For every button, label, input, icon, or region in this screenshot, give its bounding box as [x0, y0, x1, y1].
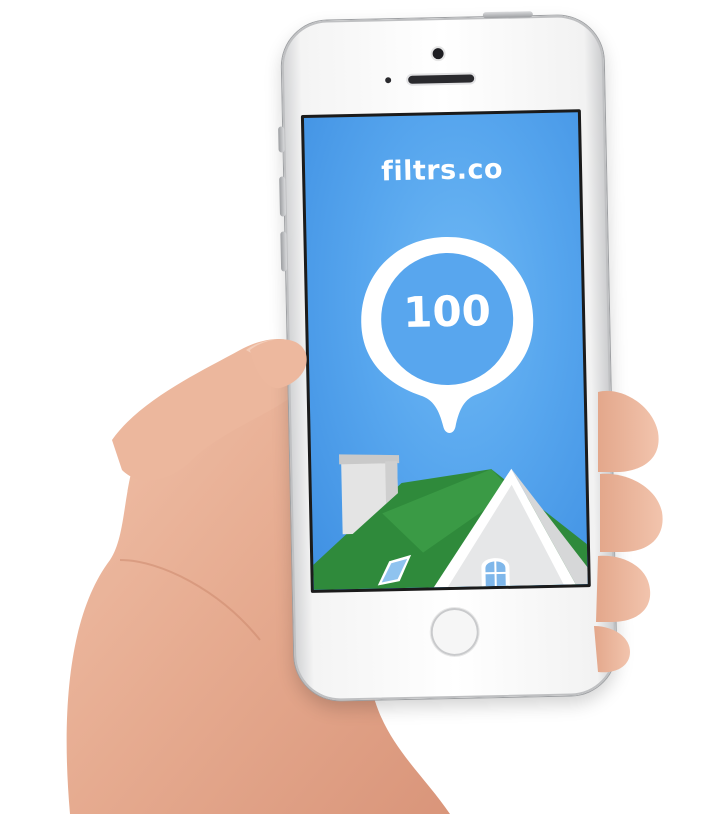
volume-up-button	[279, 176, 286, 217]
phone-screen: filtrs.co 100	[300, 109, 591, 593]
front-camera-icon	[432, 48, 444, 60]
app-display: filtrs.co 100	[303, 112, 588, 590]
volume-down-button	[280, 231, 288, 272]
proximity-sensor	[385, 77, 392, 84]
smartphone: filtrs.co 100	[278, 11, 618, 702]
map-pin-icon	[361, 237, 534, 434]
house-roof-illustration	[313, 454, 588, 590]
power-button	[482, 11, 533, 19]
mute-switch	[278, 126, 285, 153]
earpiece-speaker	[408, 74, 475, 84]
home-button[interactable]	[430, 607, 480, 657]
score-value: 100	[402, 286, 492, 337]
app-brand-title: filtrs.co	[380, 153, 504, 188]
photo-scene: filtrs.co 100	[0, 0, 724, 814]
